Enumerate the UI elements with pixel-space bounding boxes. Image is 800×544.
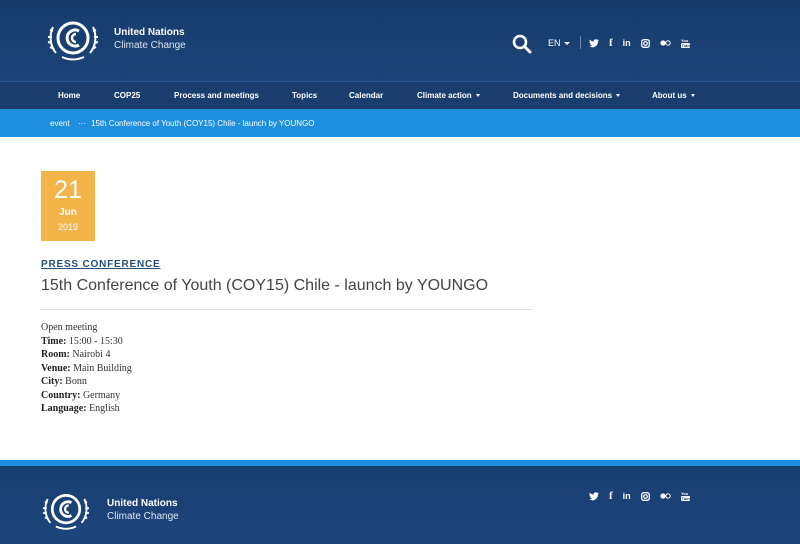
nav-item-home[interactable]: Home (58, 91, 80, 100)
detail-label: Country: (41, 389, 81, 401)
twitter-icon[interactable] (589, 491, 599, 501)
detail-value: Germany (82, 389, 121, 401)
brand-line-1: United Nations (107, 498, 178, 509)
breadcrumb: event ··· 15th Conference of Youth (COY1… (0, 109, 800, 137)
svg-text:Tube: Tube (681, 43, 689, 48)
flickr-icon[interactable] (660, 40, 671, 46)
detail-city: City: Bonn (41, 375, 132, 389)
detail-time: Time: 15:00 - 15:30 (41, 335, 132, 349)
event-details: Open meeting Time: 15:00 - 15:30 Room: N… (41, 321, 132, 416)
detail-value: English (89, 403, 120, 414)
divider (580, 36, 581, 49)
nav-item-label: Documents and decisions (513, 91, 613, 100)
search-icon[interactable] (512, 34, 532, 54)
event-type-link[interactable]: PRESS CONFERENCE (41, 259, 160, 270)
youtube-icon[interactable]: You Tube (680, 491, 690, 501)
detail-label: Language: (41, 403, 87, 414)
footer-brand-name[interactable]: United Nations Climate Change (107, 497, 179, 523)
social-links: f in You Tube (589, 36, 700, 50)
nav-item-documents-and-decisions[interactable]: Documents and decisions (513, 91, 621, 100)
facebook-icon[interactable]: f (609, 37, 613, 49)
nav-item-calendar[interactable]: Calendar (349, 91, 383, 100)
footer-social-links: f in You Tube (589, 489, 700, 503)
main-navigation: Home COP25 Process and meetings Topics C… (0, 81, 800, 109)
flickr-icon[interactable] (660, 493, 671, 499)
detail-label: Time: (41, 335, 67, 347)
nav-item-about-us[interactable]: About us (652, 91, 695, 100)
nav-item-label: Home (58, 91, 81, 100)
svg-text:Tube: Tube (681, 496, 689, 501)
nav-item-label: Process and meetings (174, 91, 259, 100)
detail-room: Room: Nairobi 4 (41, 348, 132, 362)
chevron-down-icon (690, 94, 695, 98)
nav-item-label: Climate action (417, 91, 472, 100)
detail-language: Language: English (41, 402, 132, 416)
site-header: United Nations Climate Change EN f in Yo… (0, 0, 800, 81)
brand-name[interactable]: United Nations Climate Change (114, 26, 186, 52)
detail-value: 15:00 - 15:30 (68, 335, 123, 347)
event-date-year: 2019 (57, 222, 79, 232)
breadcrumb-separator: ··· (78, 119, 86, 128)
site-footer: United Nations Climate Change f in You Tu… (0, 466, 800, 544)
nav-item-label: About us (652, 91, 687, 100)
breadcrumb-current: 15th Conference of Youth (COY15) Chile -… (91, 119, 315, 128)
brand-line-2: Climate Change (114, 40, 186, 51)
linkedin-icon[interactable]: in (623, 38, 631, 48)
linkedin-icon[interactable]: in (623, 491, 631, 501)
event-access: Open meeting (41, 322, 98, 333)
event-date-badge: 21 Jun 2019 (41, 171, 95, 241)
event-date-day: 21 (54, 176, 82, 204)
nav-item-process-and-meetings[interactable]: Process and meetings (174, 91, 259, 100)
nav-item-label: COP25 (114, 91, 141, 100)
detail-label: Room: (41, 349, 70, 360)
nav-item-climate-action[interactable]: Climate action (417, 91, 480, 100)
language-selector[interactable]: EN (548, 38, 570, 48)
nav-item-label: Topics (292, 91, 318, 100)
chevron-down-icon (616, 94, 621, 98)
event-date-month: Jun (59, 207, 77, 218)
brand-line-1: United Nations (114, 27, 185, 38)
chevron-down-icon (563, 42, 570, 46)
instagram-icon[interactable] (640, 38, 650, 48)
detail-value: Main Building (73, 362, 132, 374)
un-climate-change-logo[interactable] (41, 488, 91, 532)
nav-item-label: Calendar (349, 91, 384, 100)
instagram-icon[interactable] (640, 491, 650, 501)
detail-value: Bonn (65, 376, 87, 387)
brand-line-2: Climate Change (107, 511, 179, 522)
detail-label: City: (41, 376, 63, 387)
chevron-down-icon (475, 94, 480, 98)
nav-item-topics[interactable]: Topics (292, 91, 317, 100)
un-climate-change-logo[interactable] (47, 15, 99, 63)
facebook-icon[interactable]: f (609, 490, 613, 502)
nav-item-cop25[interactable]: COP25 (114, 91, 140, 100)
detail-venue: Venue: Main Building (41, 362, 132, 376)
twitter-icon[interactable] (589, 38, 599, 48)
detail-label: Venue: (41, 362, 71, 374)
page-title: 15th Conference of Youth (COY15) Chile -… (41, 277, 489, 294)
divider (41, 309, 532, 310)
detail-country: Country: Germany (41, 389, 132, 403)
youtube-icon[interactable]: You Tube (680, 38, 690, 48)
detail-value: Nairobi 4 (72, 349, 111, 360)
breadcrumb-section[interactable]: event (50, 119, 70, 128)
language-label: EN (548, 38, 561, 48)
